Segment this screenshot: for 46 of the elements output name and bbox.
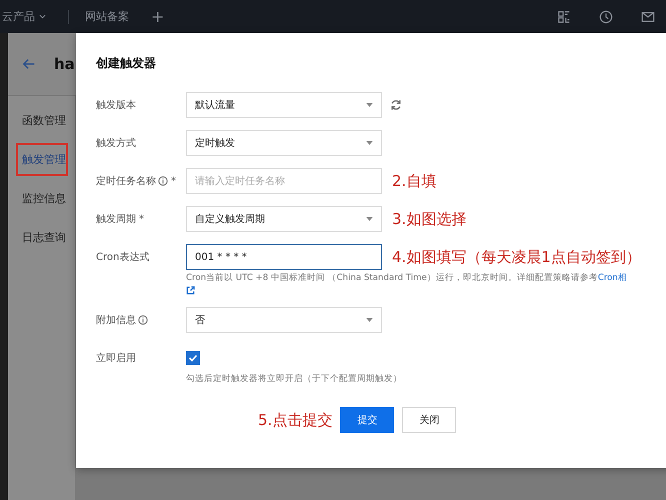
dialog-title: 创建触发器 <box>96 55 157 72</box>
top-menu-item[interactable]: 云产品 <box>2 9 46 24</box>
checkbox[interactable] <box>186 351 200 365</box>
annotation-text: 3.如图选择 <box>392 210 466 228</box>
help-text: 勾选后定时触发器将立即开启（于下个配置周期触发） <box>186 373 403 385</box>
select-field[interactable]: 自定义触发周期 <box>186 206 382 232</box>
field-label: 定时任务名称 <box>96 174 156 188</box>
dialog-button[interactable]: 关闭 <box>402 407 456 433</box>
help-text: Cron当前以 UTC +8 中国标准时间 （China Standard Time）运行，即北京时间。详细配置策略请参考Cron相 <box>186 272 628 284</box>
select-field[interactable]: 默认流量 <box>186 92 382 118</box>
add-button[interactable]: + <box>151 7 164 26</box>
required-mark: * <box>171 176 176 186</box>
required-mark: * <box>139 214 144 224</box>
input-field[interactable]: 请输入定时任务名称 <box>186 168 382 194</box>
page-title: ha <box>54 55 75 73</box>
dialog-button[interactable]: 提交 <box>340 407 394 433</box>
field-label: 触发版本 <box>96 98 136 112</box>
docs-link[interactable]: Cron相 <box>598 273 627 283</box>
sidebar-item[interactable]: 函数管理 <box>16 104 68 137</box>
input-field[interactable]: 001 * * * * <box>186 244 382 270</box>
info-icon[interactable] <box>138 315 148 325</box>
sidebar-item[interactable]: 日志查询 <box>16 221 68 254</box>
caret-icon <box>366 318 373 322</box>
caret-icon <box>366 141 373 145</box>
sidebar-item[interactable]: 触发管理 <box>16 143 68 176</box>
annotation-text: 4.如图填写（每天凌晨1点自动签到） <box>392 248 641 266</box>
annotation-text: 2.自填 <box>392 172 436 190</box>
annotation-text: 5.点击提交 <box>258 410 332 430</box>
field-label: 触发周期 <box>96 212 136 226</box>
field-label: 立即启用 <box>96 352 136 365</box>
grid-icon[interactable] <box>557 10 571 24</box>
top-menu-item[interactable]: 网站备案 <box>85 9 129 24</box>
select-field[interactable]: 定时触发 <box>186 130 382 156</box>
refresh-icon[interactable] <box>390 99 402 111</box>
caret-icon <box>366 103 373 107</box>
clock-icon[interactable] <box>599 10 613 24</box>
sidebar-item[interactable]: 监控信息 <box>16 182 68 215</box>
field-label: 附加信息 <box>96 314 136 327</box>
mail-icon[interactable] <box>641 10 655 24</box>
external-link-icon[interactable] <box>186 286 195 295</box>
select-field[interactable]: 否 <box>186 307 382 333</box>
field-label: Cron表达式 <box>96 250 150 264</box>
info-icon[interactable] <box>158 176 168 186</box>
check-icon <box>187 352 199 364</box>
field-label: 触发方式 <box>96 136 136 150</box>
caret-icon <box>366 217 373 221</box>
